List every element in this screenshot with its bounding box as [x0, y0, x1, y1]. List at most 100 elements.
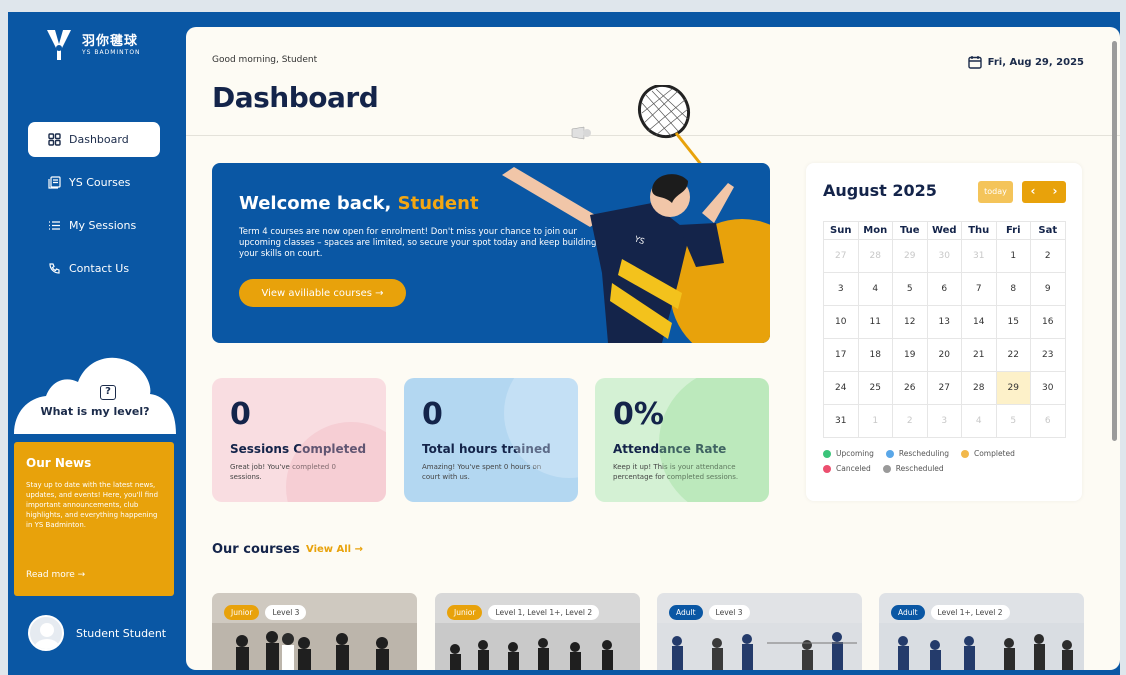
calendar-day[interactable]: 22 — [995, 338, 1031, 372]
calendar-day[interactable]: 19 — [892, 338, 928, 372]
calendar-day[interactable]: 10 — [823, 305, 859, 339]
course-photo — [435, 623, 640, 670]
course-card[interactable]: Junior Level 1, Level 1+, Level 2 — [435, 593, 640, 670]
courses-title: Our courses — [212, 542, 300, 557]
level-question: What is my level? — [40, 405, 150, 418]
sidebar-item-my-sessions[interactable]: My Sessions — [28, 208, 160, 243]
calendar-day[interactable]: 31 — [961, 239, 997, 273]
course-tags: Junior Level 1, Level 1+, Level 2 — [447, 605, 600, 620]
calendar-day[interactable]: 29 — [995, 371, 1031, 405]
calendar-day[interactable]: 6 — [1030, 404, 1066, 438]
course-category-badge: Adult — [891, 605, 925, 620]
cloud-shape — [14, 357, 176, 434]
course-level-badge: Level 3 — [265, 605, 307, 620]
calendar-day[interactable]: 16 — [1030, 305, 1066, 339]
legend-label: Completed — [973, 449, 1015, 458]
calendar-day[interactable]: 13 — [926, 305, 962, 339]
legend-item: Rescheduled — [882, 464, 944, 473]
calendar-week: 27 28 29 30 31 1 2 — [823, 239, 1066, 273]
stat-card-hours: 0 Total hours trained Amazing! You've sp… — [404, 378, 578, 502]
level-cloud[interactable]: ? What is my level? — [14, 352, 176, 434]
calendar-nav: ‹ › — [1022, 181, 1066, 203]
calendar-day[interactable]: 21 — [961, 338, 997, 372]
legend-label: Rescheduling — [898, 449, 949, 458]
calendar-day[interactable]: 3 — [823, 272, 859, 306]
calendar-day[interactable]: 1 — [857, 404, 893, 438]
view-all-link[interactable]: View All → — [306, 544, 363, 555]
contact-icon — [49, 263, 60, 274]
calendar-day[interactable]: 28 — [961, 371, 997, 405]
calendar-day[interactable]: 25 — [857, 371, 893, 405]
calendar-day[interactable]: 3 — [926, 404, 962, 438]
course-category-badge: Junior — [224, 605, 260, 620]
page-title: Dashboard — [212, 81, 379, 114]
calendar-day[interactable]: 20 — [926, 338, 962, 372]
calendar-day[interactable]: 27 — [926, 371, 962, 405]
user-profile[interactable]: Student Student — [28, 615, 166, 651]
calendar-day[interactable]: 15 — [995, 305, 1031, 339]
sidebar-item-contact-us[interactable]: Contact Us — [28, 251, 160, 286]
calendar-day[interactable]: 6 — [926, 272, 962, 306]
calendar-day[interactable]: 14 — [961, 305, 997, 339]
sidebar: 羽你毽球 YS BADMINTON Dashboard YS Courses M… — [8, 12, 180, 675]
scrollbar[interactable] — [1111, 31, 1118, 663]
calendar-day[interactable]: 1 — [995, 239, 1031, 273]
course-card[interactable]: Junior Level 3 — [212, 593, 417, 670]
calendar-day[interactable]: 24 — [823, 371, 859, 405]
weekday-header: Tue — [892, 221, 928, 240]
calendar-day[interactable]: 27 — [823, 239, 859, 273]
sidebar-item-label: My Sessions — [69, 219, 137, 232]
scrollbar-thumb[interactable] — [1112, 41, 1117, 441]
calendar-day[interactable]: 31 — [823, 404, 859, 438]
calendar-day[interactable]: 29 — [892, 239, 928, 273]
welcome-name: Student — [397, 193, 479, 214]
calendar-day[interactable]: 30 — [1030, 371, 1066, 405]
calendar-icon — [967, 56, 982, 69]
calendar-week: 10 11 12 13 14 15 16 — [823, 305, 1066, 339]
prev-month-button[interactable]: ‹ — [1022, 181, 1044, 203]
calendar-day[interactable]: 18 — [857, 338, 893, 372]
calendar-day[interactable]: 26 — [892, 371, 928, 405]
today-button[interactable]: today — [978, 181, 1013, 203]
legend-label: Canceled — [836, 464, 871, 473]
calendar-day[interactable]: 11 — [857, 305, 893, 339]
calendar-day[interactable]: 4 — [857, 272, 893, 306]
weekday-header: Mon — [857, 221, 893, 240]
stat-card-sessions: 0 Sessions Completed Great job! You've c… — [212, 378, 386, 502]
calendar-day[interactable]: 8 — [995, 272, 1031, 306]
calendar-week: 17 18 19 20 21 22 23 — [823, 338, 1066, 372]
course-photo — [657, 623, 862, 670]
course-category-badge: Junior — [447, 605, 483, 620]
calendar-day[interactable]: 17 — [823, 338, 859, 372]
course-tags: Junior Level 3 — [224, 605, 307, 620]
calendar-legend: Upcoming Rescheduling Completed Canceled Res… — [823, 449, 1063, 473]
shuttlecock-icon — [571, 126, 591, 140]
calendar-day[interactable]: 5 — [995, 404, 1031, 438]
sidebar-item-label: Contact Us — [69, 262, 130, 275]
user-name: Student Student — [76, 626, 167, 640]
course-card[interactable]: Adult Level 3 — [657, 593, 862, 670]
status-dot-icon — [885, 449, 894, 458]
calendar-day[interactable]: 23 — [1030, 338, 1066, 372]
calendar-day[interactable]: 30 — [926, 239, 962, 273]
calendar-day[interactable]: 28 — [857, 239, 893, 273]
calendar-day[interactable]: 5 — [892, 272, 928, 306]
calendar-week: 24 25 26 27 28 29 30 — [823, 371, 1066, 405]
calendar-day[interactable]: 2 — [892, 404, 928, 438]
brand-name-en: YS BADMINTON — [82, 48, 141, 56]
status-dot-icon — [960, 449, 969, 458]
brand-logo[interactable]: 羽你毽球 YS BADMINTON — [44, 28, 141, 62]
read-more-link[interactable]: Read more → — [26, 570, 85, 580]
calendar-day[interactable]: 9 — [1030, 272, 1066, 306]
sidebar-item-dashboard[interactable]: Dashboard — [28, 122, 160, 157]
calendar-day[interactable]: 4 — [961, 404, 997, 438]
course-card[interactable]: Adult Level 1+, Level 2 — [879, 593, 1084, 670]
stat-decoration — [286, 422, 386, 502]
news-title: Our News — [26, 456, 92, 470]
next-month-button[interactable]: › — [1044, 181, 1066, 203]
view-courses-button[interactable]: View aviliable courses → — [239, 279, 406, 307]
calendar-day[interactable]: 7 — [961, 272, 997, 306]
sidebar-item-ys-courses[interactable]: YS Courses — [28, 165, 160, 200]
calendar-day[interactable]: 12 — [892, 305, 928, 339]
calendar-day[interactable]: 2 — [1030, 239, 1066, 273]
